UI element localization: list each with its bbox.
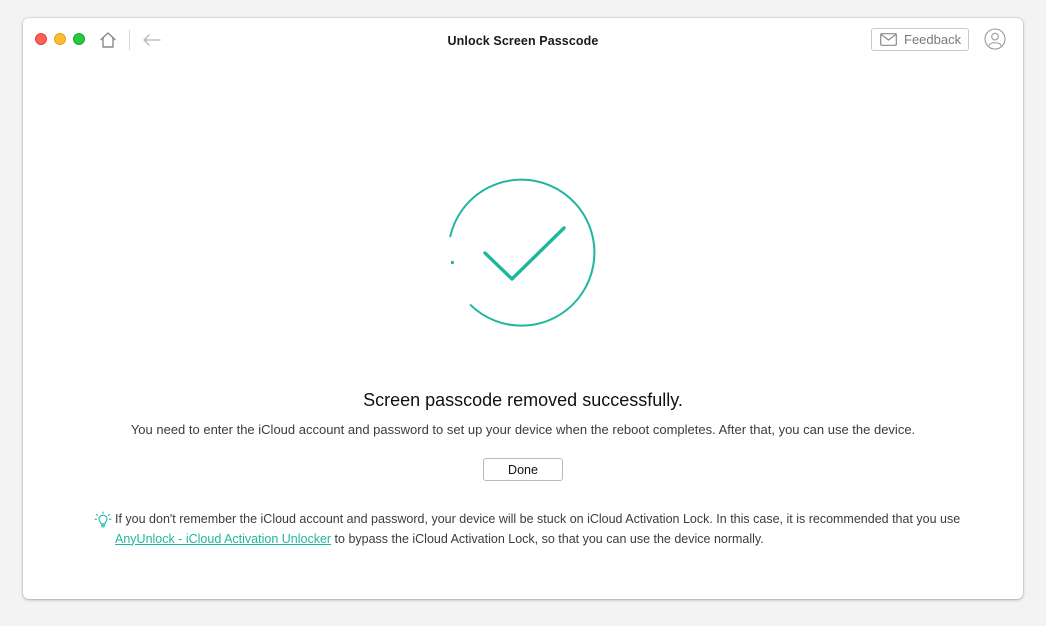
feedback-button[interactable]: Feedback — [871, 28, 969, 51]
anyunlock-link[interactable]: AnyUnlock - iCloud Activation Unlocker — [115, 532, 331, 546]
tip-text-start: If you don't remember the iCloud account… — [115, 512, 961, 526]
mail-icon — [880, 33, 897, 46]
checkmark-circle-icon — [447, 178, 599, 330]
done-button[interactable]: Done — [483, 458, 563, 481]
tip-text-end: to bypass the iCloud Activation Lock, so… — [331, 531, 764, 546]
success-heading: Screen passcode removed successfully. — [363, 390, 683, 410]
title-bar: Unlock Screen Passcode Feedback — [23, 18, 1023, 64]
success-description: You need to enter the iCloud account and… — [130, 422, 916, 437]
tip-text: If you don't remember the iCloud account… — [115, 510, 974, 549]
app-window: Unlock Screen Passcode Feedback Screen p… — [23, 18, 1023, 599]
lightbulb-icon — [94, 511, 112, 529]
activation-lock-tip: If you don't remember the iCloud account… — [94, 510, 974, 549]
account-icon[interactable] — [984, 28, 1006, 50]
feedback-label: Feedback — [904, 32, 962, 47]
